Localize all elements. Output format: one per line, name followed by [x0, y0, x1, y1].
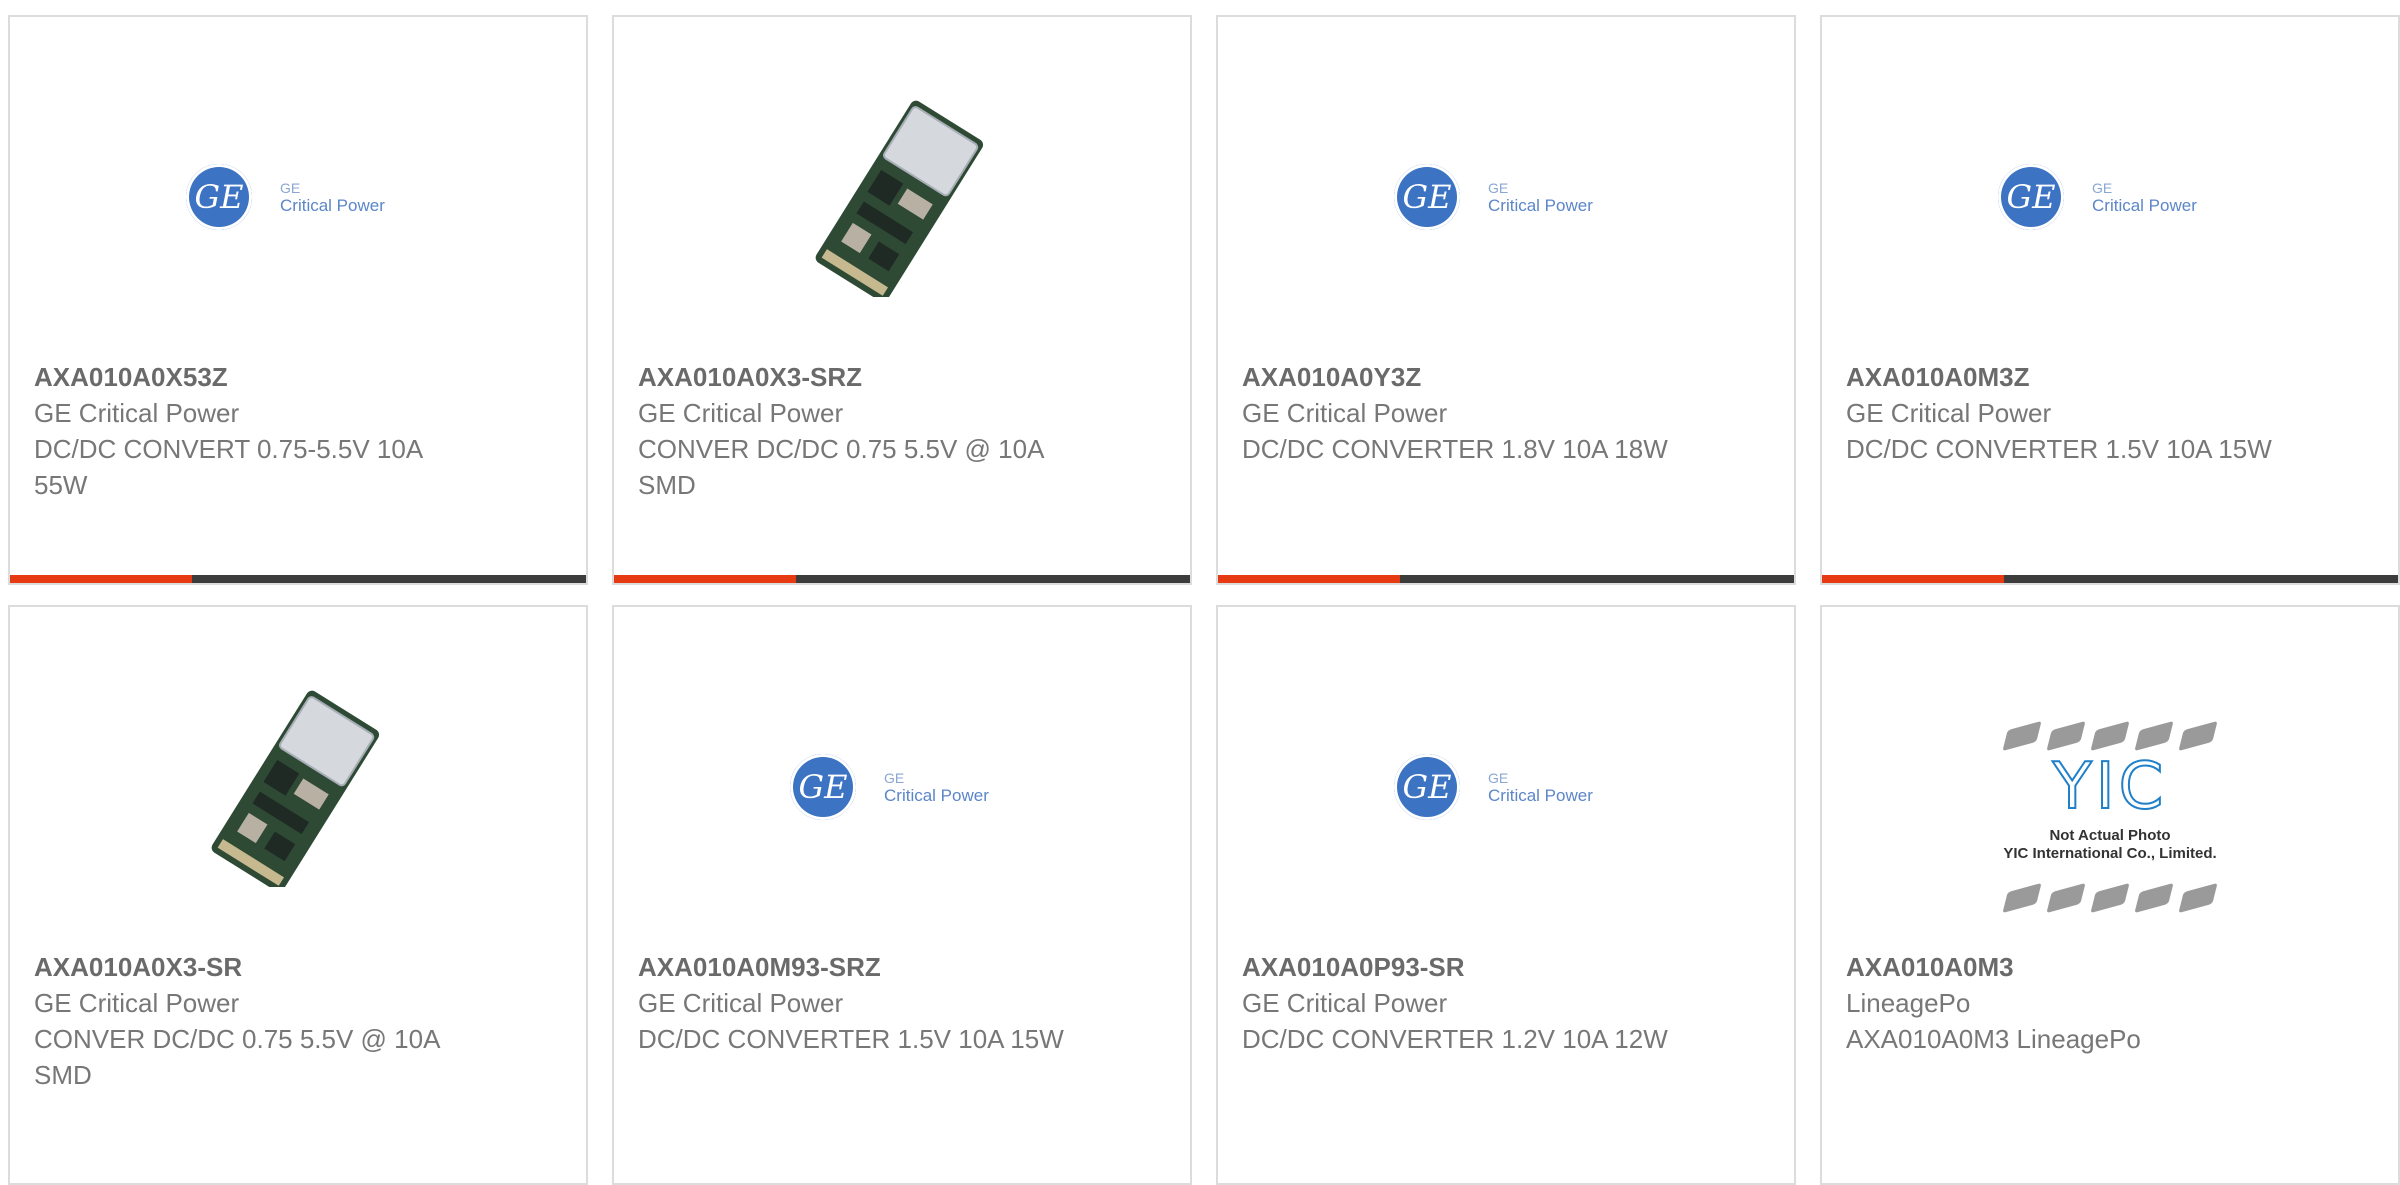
ge-logo-line2: Critical Power — [884, 786, 989, 805]
ge-logo: GE GE Critical Power — [1998, 152, 2222, 242]
yic-logo: YIC — [2052, 749, 2168, 825]
manufacturer: GE Critical Power — [638, 988, 844, 1018]
ge-logo-line1: GE — [884, 770, 905, 786]
product-card[interactable]: AXA010A0X3-SRZ GE Critical Power CONVER … — [612, 15, 1192, 585]
description: CONVER DC/DC 0.75 5.5V @ 10A SMD — [638, 434, 1043, 500]
card-bar-accent — [614, 575, 796, 583]
description: DC/DC CONVERTER 1.5V 10A 15W — [1846, 434, 2272, 464]
part-number[interactable]: AXA010A0P93-SR — [1242, 949, 1672, 985]
chip-icon — [2002, 882, 2042, 914]
product-card[interactable]: GE GE Critical Power AXA010A0P93-SR GE C… — [1216, 605, 1796, 1185]
product-card[interactable]: GE GE Critical Power AXA010A0Y3Z GE Crit… — [1216, 15, 1796, 585]
product-grid: GE GE Critical Power AXA010A0X53Z GE Cri… — [0, 0, 2400, 1185]
card-bar — [614, 575, 1190, 583]
ge-monogram-icon: GE — [790, 754, 856, 820]
ge-logo-line2: Critical Power — [1488, 196, 1593, 215]
product-image[interactable] — [50, 667, 546, 907]
description: DC/DC CONVERTER 1.2V 10A 12W — [1242, 1024, 1668, 1054]
card-bar — [10, 575, 586, 583]
product-image[interactable] — [654, 77, 1150, 317]
description: CONVER DC/DC 0.75 5.5V @ 10A SMD — [34, 1024, 439, 1090]
ge-logo-line1: GE — [1488, 180, 1509, 196]
description: DC/DC CONVERT 0.75-5.5V 10A 55W — [34, 434, 422, 500]
part-number[interactable]: AXA010A0M3 — [1846, 949, 2276, 985]
part-number[interactable]: AXA010A0X3-SRZ — [638, 359, 1068, 395]
ge-logo-line1: GE — [280, 180, 301, 196]
part-number[interactable]: AXA010A0M93-SRZ — [638, 949, 1068, 985]
ge-logo: GE GE Critical Power — [790, 742, 1014, 832]
ge-monogram-icon: GE — [1394, 164, 1460, 230]
card-bar — [1218, 575, 1794, 583]
dc-dc-module-photo — [198, 687, 398, 887]
product-image[interactable]: GE GE Critical Power — [654, 667, 1150, 907]
ge-logo-line1: GE — [2092, 180, 2113, 196]
chip-icon — [2090, 882, 2130, 914]
product-card[interactable]: GE GE Critical Power AXA010A0X53Z GE Cri… — [8, 15, 588, 585]
chip-icon — [2178, 882, 2218, 914]
product-card[interactable]: GE GE Critical Power AXA010A0M93-SRZ GE … — [612, 605, 1192, 1185]
product-image[interactable]: YIC Not Actual Photo YIC International C… — [1862, 687, 2358, 947]
card-bar-accent — [1822, 575, 2004, 583]
part-number[interactable]: AXA010A0Y3Z — [1242, 359, 1672, 395]
product-image[interactable]: GE GE Critical Power — [1258, 667, 1754, 907]
product-image[interactable]: GE GE Critical Power — [1862, 77, 2358, 317]
manufacturer: GE Critical Power — [1242, 398, 1448, 428]
chip-icon — [2134, 882, 2174, 914]
manufacturer: GE Critical Power — [1846, 398, 2052, 428]
chip-icon — [2046, 882, 2086, 914]
yic-caption-line2: YIC International Co., Limited. — [2003, 845, 2217, 862]
manufacturer: GE Critical Power — [638, 398, 844, 428]
card-bar — [1822, 575, 2398, 583]
description: AXA010A0M3 LineagePo — [1846, 1024, 2141, 1054]
ge-logo-line2: Critical Power — [1488, 786, 1593, 805]
ge-logo-line2: Critical Power — [280, 196, 385, 215]
dc-dc-module-photo — [802, 97, 1002, 297]
description: DC/DC CONVERTER 1.8V 10A 18W — [1242, 434, 1668, 464]
ge-logo: GE GE Critical Power — [1394, 152, 1618, 242]
product-card[interactable]: YIC Not Actual Photo YIC International C… — [1820, 605, 2400, 1185]
part-number[interactable]: AXA010A0X53Z — [34, 359, 464, 395]
ge-monogram-icon: GE — [1998, 164, 2064, 230]
chip-icons-bottom — [2002, 882, 2218, 914]
product-image[interactable]: GE GE Critical Power — [50, 77, 546, 317]
part-number[interactable]: AXA010A0M3Z — [1846, 359, 2276, 395]
chip-icon — [2002, 720, 2042, 752]
ge-logo: GE GE Critical Power — [186, 152, 410, 242]
card-bar-accent — [1218, 575, 1400, 583]
product-card[interactable]: AXA010A0X3-SR GE Critical Power CONVER D… — [8, 605, 588, 1185]
manufacturer: LineagePo — [1846, 988, 1971, 1018]
product-image[interactable]: GE GE Critical Power — [1258, 77, 1754, 317]
product-card[interactable]: GE GE Critical Power AXA010A0M3Z GE Crit… — [1820, 15, 2400, 585]
part-number[interactable]: AXA010A0X3-SR — [34, 949, 464, 985]
ge-logo: GE GE Critical Power — [1394, 742, 1618, 832]
chip-icons-top — [2002, 720, 2218, 752]
description: DC/DC CONVERTER 1.5V 10A 15W — [638, 1024, 1064, 1054]
ge-logo-line1: GE — [1488, 770, 1509, 786]
manufacturer: GE Critical Power — [34, 988, 240, 1018]
ge-logo-line2: Critical Power — [2092, 196, 2197, 215]
card-bar-accent — [10, 575, 192, 583]
ge-monogram-icon: GE — [186, 164, 252, 230]
chip-icon — [2178, 720, 2218, 752]
yic-placeholder-image: YIC Not Actual Photo YIC International C… — [1970, 720, 2250, 914]
manufacturer: GE Critical Power — [34, 398, 240, 428]
yic-caption-line1: Not Actual Photo — [2049, 827, 2171, 844]
manufacturer: GE Critical Power — [1242, 988, 1448, 1018]
ge-monogram-icon: GE — [1394, 754, 1460, 820]
